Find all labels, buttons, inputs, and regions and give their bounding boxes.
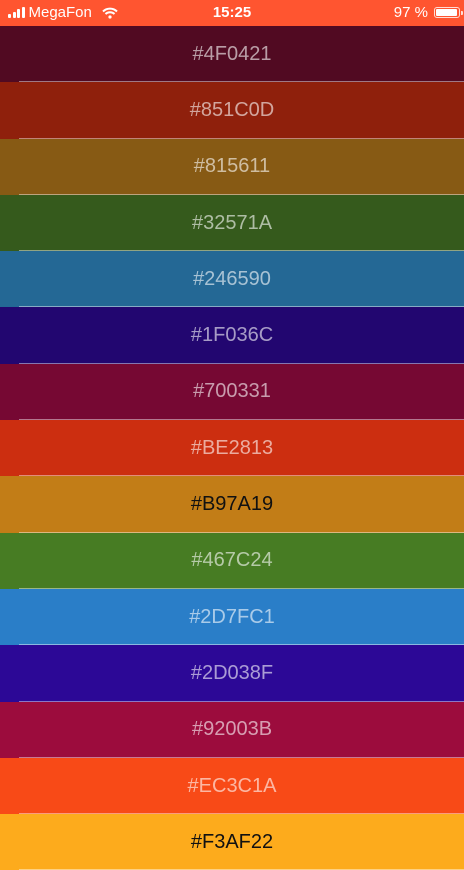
color-row[interactable]: #700331 xyxy=(0,363,464,421)
color-hex-label: #92003B xyxy=(191,718,273,741)
color-row[interactable]: #2D7FC1 xyxy=(0,588,464,646)
color-row[interactable]: #EC3C1A xyxy=(0,757,464,815)
color-hex-label: #851C0D xyxy=(189,98,275,121)
color-row[interactable]: #BE2813 xyxy=(0,420,464,477)
color-row[interactable]: #2D038F xyxy=(0,645,464,702)
color-list[interactable]: #4F0421 #851C0D #815611 #32571A #246590 #1F03… xyxy=(0,26,464,870)
color-hex-label: #700331 xyxy=(193,380,271,403)
color-hex-label: #32571A xyxy=(191,211,273,234)
color-row[interactable]: #F3AF22 xyxy=(0,814,464,870)
color-hex-label: #BE2813 xyxy=(190,436,274,459)
color-row[interactable]: #246590 xyxy=(0,251,464,308)
battery-icon xyxy=(434,7,463,18)
color-hex-label: #1F036C xyxy=(190,324,274,347)
color-row[interactable]: #815611 xyxy=(0,138,464,196)
color-row[interactable]: #467C24 xyxy=(0,532,464,590)
color-row[interactable]: #1F036C xyxy=(0,307,464,365)
color-row[interactable]: #851C0D xyxy=(0,82,464,139)
color-hex-label: #467C24 xyxy=(191,549,273,572)
color-hex-label: #F3AF22 xyxy=(190,830,274,853)
battery-percent: 97 % xyxy=(393,4,428,21)
color-hex-label: #EC3C1A xyxy=(187,774,277,797)
color-hex-label: #B97A19 xyxy=(190,493,274,516)
color-hex-label: #2D7FC1 xyxy=(189,605,275,628)
color-hex-label: #2D038F xyxy=(190,661,274,684)
status-bar: MegaFon 15:25 97 % xyxy=(0,0,464,26)
color-row[interactable]: #32571A xyxy=(0,194,464,252)
color-row[interactable]: #92003B xyxy=(0,701,464,759)
color-row[interactable]: #4F0421 xyxy=(0,26,464,83)
color-hex-label: #246590 xyxy=(193,267,271,290)
color-hex-label: #815611 xyxy=(193,155,271,178)
color-row[interactable]: #B97A19 xyxy=(0,476,464,533)
color-hex-label: #4F0421 xyxy=(192,42,272,65)
